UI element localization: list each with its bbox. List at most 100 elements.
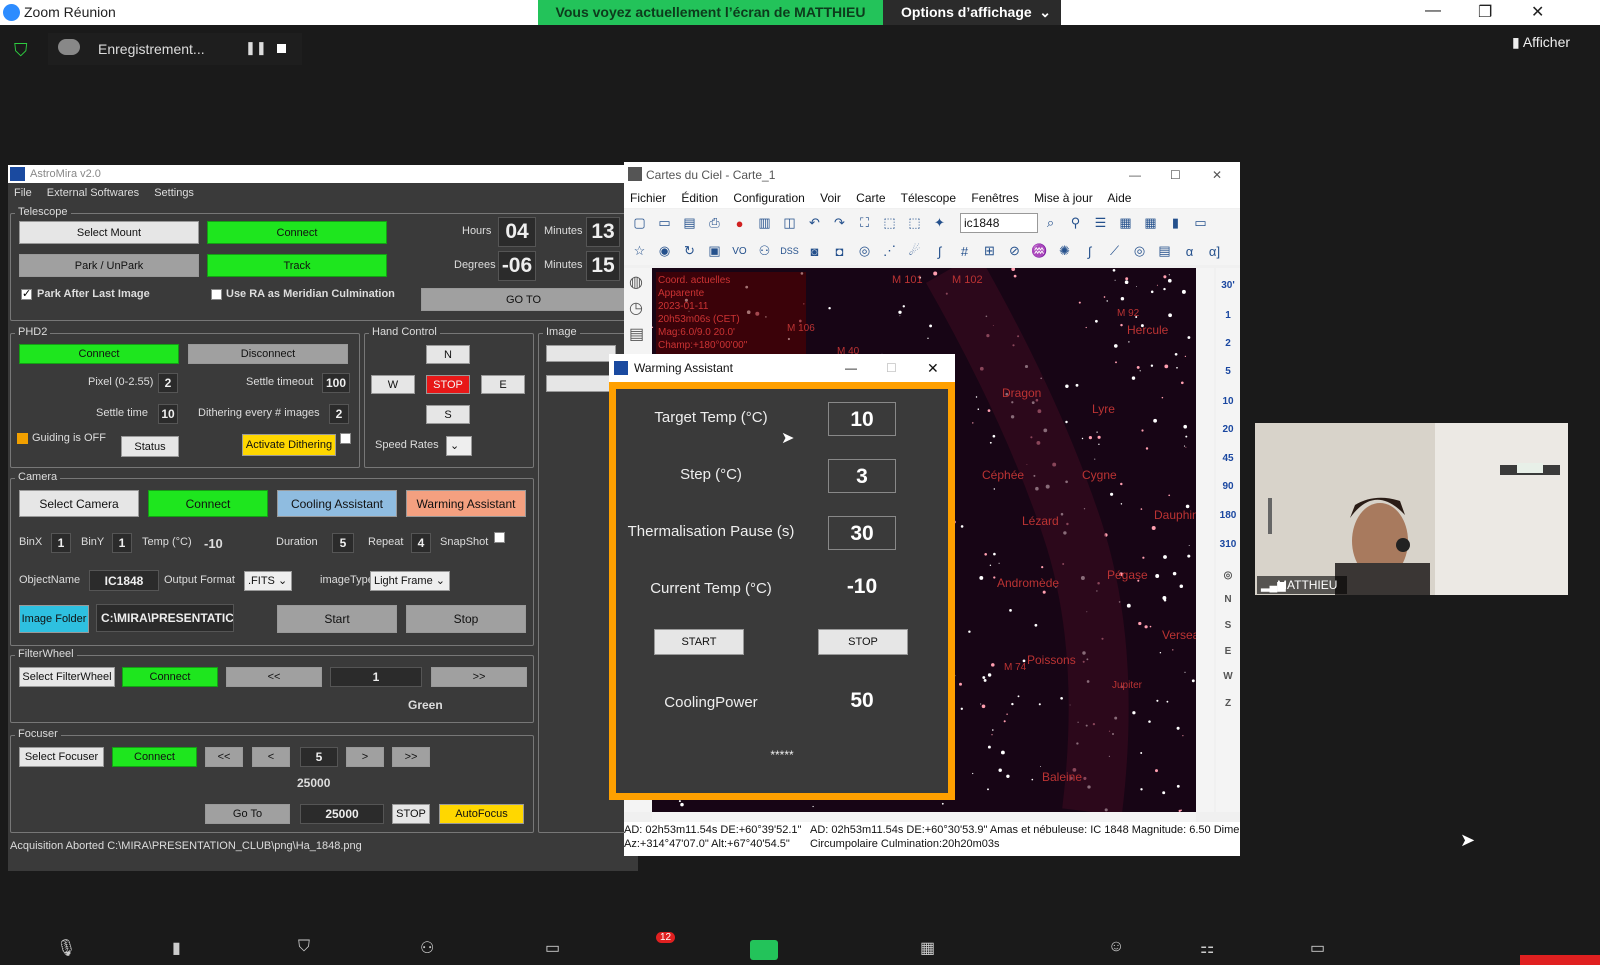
target-icon[interactable]: ◎ (853, 243, 876, 259)
autofocus-button[interactable]: AutoFocus (439, 804, 524, 824)
south-button[interactable]: S (426, 405, 470, 424)
milky-way-icon[interactable]: ✺ (1053, 243, 1076, 259)
focuser-goto-input[interactable]: 25000 (300, 804, 384, 824)
compass-direction[interactable]: W (1216, 671, 1240, 682)
filterwheel-connect-button[interactable]: Connect (122, 667, 218, 687)
equatorial-grid-icon[interactable]: ⊞ (978, 243, 1001, 259)
clock-icon[interactable]: ◷ (629, 298, 643, 318)
focuser-back-button[interactable]: < (252, 747, 290, 767)
zoom-level[interactable]: 180 (1216, 510, 1240, 521)
camera-start-button[interactable]: Start (277, 605, 397, 633)
pause-icon[interactable]: ❚❚ (245, 40, 267, 56)
menu-edition[interactable]: Édition (681, 191, 718, 205)
menu-settings[interactable]: Settings (154, 187, 194, 199)
stop-record-icon[interactable] (277, 44, 286, 53)
pixel-value[interactable]: 2 (158, 373, 178, 393)
degrees-value[interactable]: -06 (498, 251, 536, 281)
menu-telescope[interactable]: Télescope (901, 191, 956, 205)
dss-icon[interactable]: DSS (778, 246, 801, 256)
focuser-fast-back-button[interactable]: << (205, 747, 243, 767)
menu-fenetres[interactable]: Fenêtres (971, 191, 1018, 205)
phd2-status-button[interactable]: Status (121, 436, 179, 457)
focuser-stop-button[interactable]: STOP (392, 804, 430, 824)
compass-direction[interactable]: N (1216, 594, 1240, 605)
minimize-icon[interactable]: — (1129, 162, 1141, 188)
settle-time-value[interactable]: 10 (158, 404, 178, 424)
minimize-icon[interactable]: — (1425, 2, 1441, 20)
hand-stop-button[interactable]: STOP (426, 375, 470, 394)
target-temp-input[interactable]: 10 (828, 402, 896, 436)
participants-icon[interactable]: ⚇ (420, 938, 434, 958)
park-unpark-button[interactable]: Park / UnPark (19, 254, 199, 277)
star-icon[interactable]: ☆ (628, 243, 651, 259)
rotate-icon[interactable]: ↻ (678, 243, 701, 259)
compass-icon[interactable]: ⊘ (1003, 243, 1026, 259)
open-icon[interactable]: ▭ (653, 215, 676, 231)
ruler-icon[interactable]: ▮ (1164, 215, 1187, 231)
menu-external-softwares[interactable]: External Softwares (47, 187, 139, 199)
maximize-icon[interactable]: ☐ (1170, 162, 1181, 188)
goto-button[interactable]: GO TO (421, 288, 626, 311)
figure-icon[interactable]: ♒ (1028, 243, 1051, 259)
close-icon[interactable]: ✕ (927, 354, 939, 382)
phd2-connect-button[interactable]: Connect (19, 344, 179, 364)
galaxy-icon[interactable]: ◉ (653, 243, 676, 259)
select-filterwheel-button[interactable]: Select FilterWheel (19, 667, 115, 687)
object-search-input[interactable]: ic1848 (960, 213, 1038, 233)
zoom-level[interactable]: 20 (1216, 424, 1240, 435)
minimize-icon[interactable]: — (845, 354, 857, 382)
constellation-icon[interactable]: ⋰ (878, 243, 901, 259)
imagetype-select[interactable]: Light Frame ⌄ (370, 571, 450, 591)
undo-icon[interactable]: ↶ (803, 215, 826, 231)
binx-value[interactable]: 1 (51, 533, 71, 553)
compass-direction[interactable]: E (1216, 646, 1240, 657)
zoom-level[interactable]: 2 (1216, 338, 1240, 349)
show-button[interactable]: ▮ Afficher (1512, 34, 1570, 51)
zoom-fit-icon[interactable]: ⛶ (853, 215, 876, 231)
record-icon[interactable]: ▦ (920, 938, 935, 958)
image-icon[interactable]: ▣ (703, 243, 726, 259)
save-icon[interactable]: ▤ (678, 215, 701, 231)
more-icon[interactable]: ▭ (1310, 938, 1325, 958)
snapshot-checkbox[interactable] (494, 532, 505, 543)
vo-icon[interactable]: VO (728, 246, 751, 257)
focuser-goto-button[interactable]: Go To (205, 804, 290, 824)
step-input[interactable]: 3 (828, 459, 896, 493)
zoom-level[interactable]: 10 (1216, 396, 1240, 407)
split-icon[interactable]: ◫ (778, 215, 801, 231)
filter-prev-button[interactable]: << (226, 667, 322, 687)
pin-icon[interactable]: ⚲ (1064, 215, 1087, 231)
layout-icon[interactable]: ▥ (753, 215, 776, 231)
warming-assistant-button[interactable]: Warming Assistant (406, 490, 526, 517)
alpha-bracket-icon[interactable]: α] (1203, 244, 1226, 259)
resize-handle[interactable] (1268, 498, 1272, 534)
vertical-scrollbar[interactable] (1196, 268, 1214, 812)
target-icon[interactable]: ◎ (1216, 570, 1240, 581)
warming-stop-button[interactable]: STOP (818, 629, 908, 655)
camera-stop-button[interactable]: Stop (406, 605, 526, 633)
dithering-checkbox[interactable] (340, 433, 351, 444)
fullscreen-icon[interactable]: ▭ (1189, 215, 1212, 231)
focuser-fast-forward-button[interactable]: >> (392, 747, 430, 767)
use-ra-meridian-checkbox[interactable] (211, 289, 222, 300)
settle-timeout-value[interactable]: 100 (322, 373, 350, 393)
menu-voir[interactable]: Voir (820, 191, 841, 205)
close-icon[interactable]: ✕ (1212, 162, 1222, 188)
menu-carte[interactable]: Carte (856, 191, 885, 205)
apps-icon[interactable]: ⚏ (1200, 938, 1214, 958)
camera-icon[interactable]: ◙ (803, 244, 826, 259)
zoom-level[interactable]: 1 (1216, 310, 1240, 321)
zoom-area-icon[interactable]: ⬚ (903, 215, 926, 231)
stars-filter-icon[interactable]: ✦ (928, 215, 951, 231)
speed-rates-select[interactable]: ⌄ (446, 436, 472, 456)
menu-aide[interactable]: Aide (1107, 191, 1131, 205)
zoom-level[interactable]: 30' (1216, 280, 1240, 291)
menu-mise-a-jour[interactable]: Mise à jour (1034, 191, 1093, 205)
circle-target-icon[interactable]: ◎ (1128, 243, 1151, 259)
hours-value[interactable]: 04 (498, 217, 536, 247)
globe-icon[interactable]: ◍ (629, 272, 643, 292)
menu-configuration[interactable]: Configuration (733, 191, 804, 205)
microphone-icon[interactable]: 🎙 (56, 938, 76, 958)
thermal-pause-input[interactable]: 30 (828, 516, 896, 550)
zoom-level[interactable]: 310 (1216, 539, 1240, 550)
